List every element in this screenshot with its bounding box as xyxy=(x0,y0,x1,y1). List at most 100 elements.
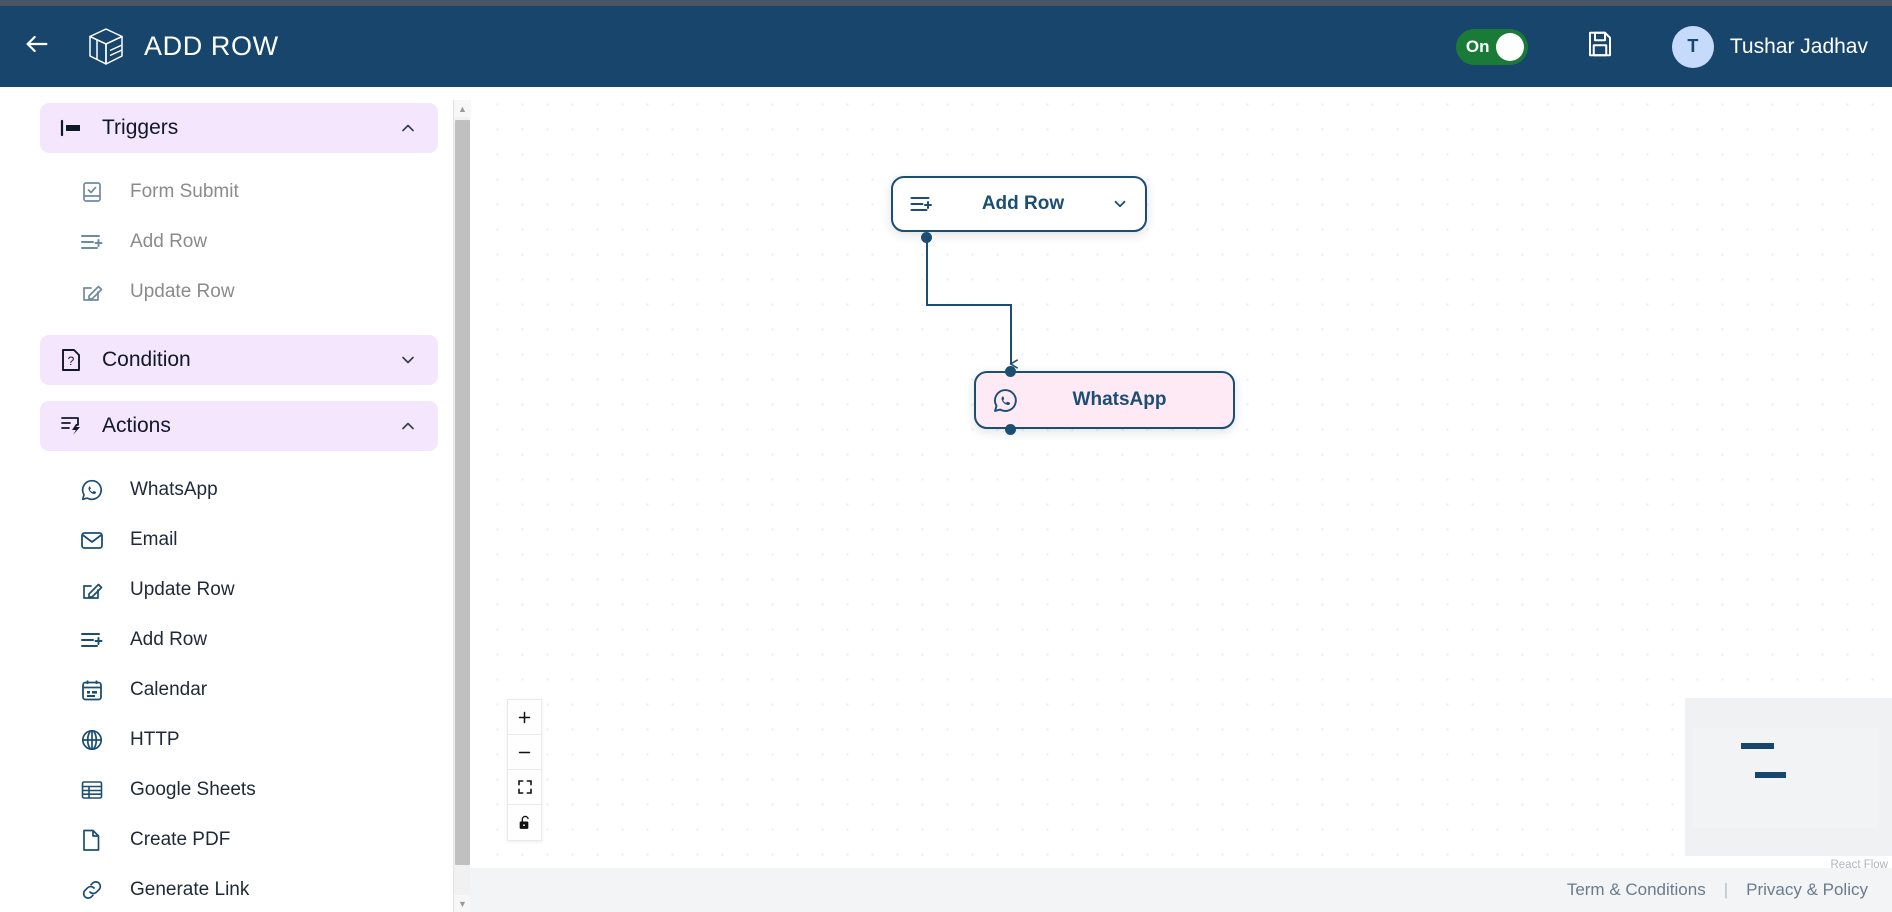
zoom-out-button[interactable] xyxy=(508,735,541,770)
canvas-minimap[interactable]: React Flow xyxy=(1685,698,1892,868)
sidebar-item-label: HTTP xyxy=(130,729,180,750)
sidebar-item-label: Email xyxy=(130,529,178,550)
app-footer: Term & Conditions | Privacy & Policy xyxy=(485,868,1892,912)
sidebar-item-calendar[interactable]: Calendar xyxy=(0,665,452,715)
chevron-up-icon[interactable] xyxy=(398,118,418,138)
whatsapp-icon xyxy=(80,478,110,502)
toggle-state-label: On xyxy=(1465,36,1490,56)
edge-trigger-to-whatsapp xyxy=(926,238,1011,364)
sidebar-item-add-row-action[interactable]: Add Row xyxy=(0,615,452,665)
sidebar-item-label: WhatsApp xyxy=(130,479,218,500)
sidebar-item-email[interactable]: Email xyxy=(0,515,452,565)
email-envelope-icon xyxy=(80,529,110,551)
chevron-down-icon[interactable] xyxy=(398,350,418,370)
arrow-left-icon xyxy=(23,30,51,63)
sidebar-item-label: Form Submit xyxy=(130,181,239,202)
toggle-knob xyxy=(1495,32,1524,61)
app-root: ADD ROW On T Tushar Jadhav Triggers Form… xyxy=(0,0,1892,912)
sidebar-item-label: Update Row xyxy=(130,579,235,600)
edge-layer xyxy=(926,238,1892,868)
sidebar-item-update-row-trigger[interactable]: Update Row xyxy=(0,267,452,317)
globe-http-icon xyxy=(80,728,110,752)
workflow-enable-toggle[interactable]: On xyxy=(1455,28,1528,65)
minimap-node-add-row xyxy=(1741,743,1774,749)
sidebar-item-http[interactable]: HTTP xyxy=(0,715,452,765)
add-row-icon xyxy=(80,629,110,651)
sidebar-item-whatsapp[interactable]: WhatsApp xyxy=(0,465,452,515)
app-header: ADD ROW On T Tushar Jadhav xyxy=(0,6,1892,87)
update-row-icon xyxy=(80,280,110,304)
sidebar-item-label: Calendar xyxy=(130,679,208,700)
actions-bolt-icon xyxy=(60,415,88,437)
condition-question-icon: ? xyxy=(60,348,88,372)
minimap-viewport-mask xyxy=(1693,728,1878,828)
add-row-icon xyxy=(80,231,110,253)
section-label: Actions xyxy=(102,414,171,437)
node-label: Add Row xyxy=(981,193,1065,214)
avatar: T xyxy=(1671,25,1714,68)
create-pdf-icon xyxy=(80,828,110,852)
sidebar-items-triggers: Form Submit Add Row Update Row xyxy=(0,153,452,335)
section-label: Triggers xyxy=(102,116,179,139)
section-label: Condition xyxy=(102,348,191,371)
floppy-save-icon xyxy=(1585,29,1615,64)
sidebar-item-label: Google Sheets xyxy=(130,779,256,800)
page-title: ADD ROW xyxy=(144,31,279,61)
whatsapp-icon xyxy=(992,387,1022,414)
add-row-icon xyxy=(909,193,939,215)
footer-left-fill xyxy=(470,868,485,912)
react-flow-attribution[interactable]: React Flow xyxy=(1830,859,1888,868)
chevron-up-icon[interactable] xyxy=(398,416,418,436)
sidebar-item-label: Add Row xyxy=(130,629,208,650)
calendar-icon xyxy=(80,678,110,702)
node-label: WhatsApp xyxy=(1072,389,1167,410)
sidebar-item-create-pdf[interactable]: Create PDF xyxy=(0,815,452,865)
sidebar-section-triggers[interactable]: Triggers xyxy=(40,103,438,153)
user-menu[interactable]: T Tushar Jadhav xyxy=(1671,25,1868,68)
sidebar-scrollbar[interactable]: ▲ ▼ xyxy=(453,100,471,912)
sidebar-section-actions[interactable]: Actions xyxy=(40,401,438,451)
scrollbar-up-arrow[interactable]: ▲ xyxy=(454,100,471,117)
sidebar: Triggers Form Submit Add Row Update Row … xyxy=(0,87,452,912)
footer-separator: | xyxy=(1723,880,1729,899)
sidebar-item-form-submit[interactable]: Form Submit xyxy=(0,167,452,217)
sidebar-item-label: Add Row xyxy=(130,231,208,252)
sidebar-item-label: Update Row xyxy=(130,281,235,302)
sidebar-section-condition[interactable]: ? Condition xyxy=(40,335,438,385)
fit-view-button[interactable] xyxy=(508,770,541,805)
sidebar-item-label: Create PDF xyxy=(130,829,231,850)
generate-link-icon xyxy=(80,878,110,902)
node-handle-source-add-row[interactable] xyxy=(921,232,932,243)
sidebar-item-google-sheets[interactable]: Google Sheets xyxy=(0,765,452,815)
sidebar-item-add-row-trigger[interactable]: Add Row xyxy=(0,217,452,267)
minimap-node-whatsapp xyxy=(1755,772,1786,778)
sidebar-item-label: Generate Link xyxy=(130,879,250,900)
zoom-in-button[interactable] xyxy=(508,700,541,735)
node-handle-source-whatsapp[interactable] xyxy=(1005,424,1016,435)
toggle-interactivity-lock-button[interactable] xyxy=(508,805,541,840)
flow-node-whatsapp[interactable]: WhatsApp xyxy=(974,371,1235,429)
update-row-icon xyxy=(80,578,110,602)
sidebar-items-actions: WhatsApp Email Update Row Add Row Calend… xyxy=(0,451,452,912)
svg-text:?: ? xyxy=(68,354,75,368)
canvas-controls xyxy=(507,699,542,841)
terms-link[interactable]: Term & Conditions xyxy=(1567,880,1706,900)
user-name: Tushar Jadhav xyxy=(1729,34,1868,58)
cube-logo-icon xyxy=(86,26,126,68)
flow-canvas[interactable]: Add Row WhatsApp React Flow xyxy=(485,92,1892,868)
privacy-link[interactable]: Privacy & Policy xyxy=(1746,880,1868,900)
scrollbar-thumb[interactable] xyxy=(455,120,470,865)
save-button[interactable] xyxy=(1580,27,1620,67)
sidebar-item-generate-link[interactable]: Generate Link xyxy=(0,865,452,912)
trigger-flag-icon xyxy=(60,118,88,138)
scrollbar-down-arrow[interactable]: ▼ xyxy=(454,895,471,912)
node-handle-target-whatsapp[interactable] xyxy=(1005,366,1016,377)
sidebar-item-update-row-action[interactable]: Update Row xyxy=(0,565,452,615)
google-sheets-icon xyxy=(80,779,110,801)
flow-node-add-row[interactable]: Add Row xyxy=(891,176,1147,232)
back-button[interactable] xyxy=(14,24,60,70)
sidebar-content: Triggers Form Submit Add Row Update Row … xyxy=(0,87,452,912)
chevron-down-icon[interactable] xyxy=(1107,195,1129,213)
form-submit-icon xyxy=(80,180,110,204)
